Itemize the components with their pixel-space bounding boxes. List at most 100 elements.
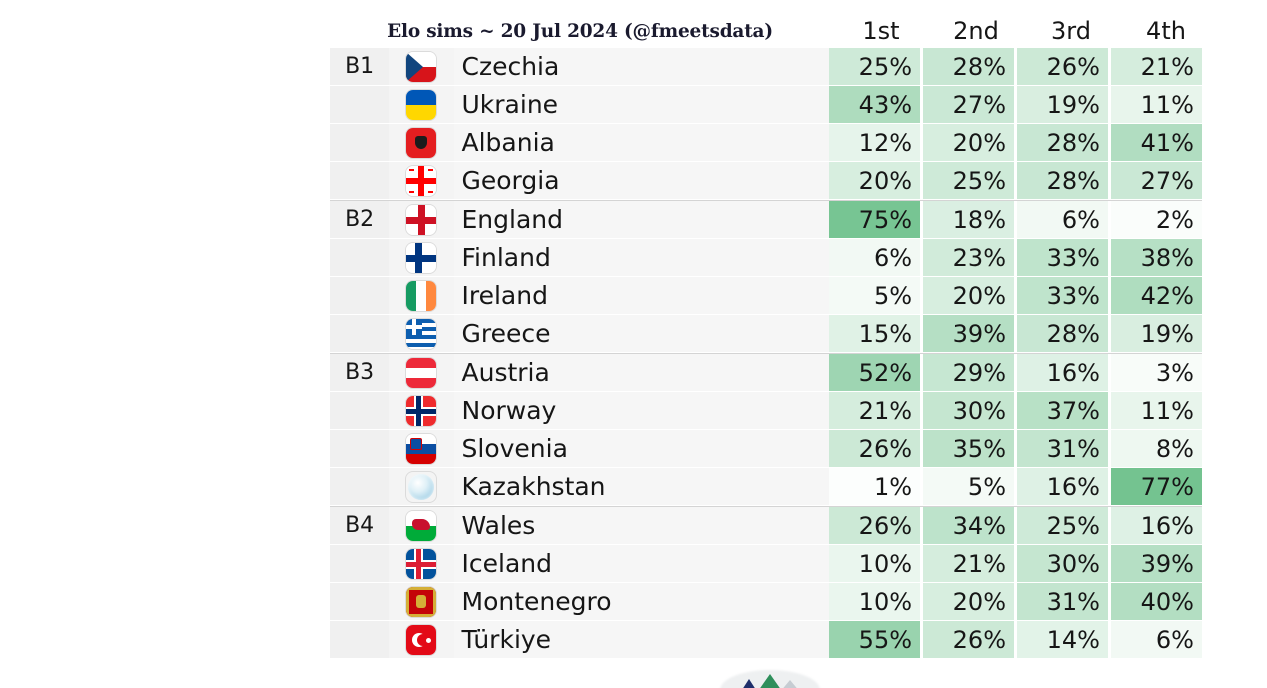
flag-cell [389, 545, 454, 583]
wales-flag-icon [406, 510, 437, 541]
kazakhstan-flag-icon [406, 472, 436, 502]
czechia-flag-icon [406, 51, 437, 82]
third-place-pct-cell: 25% [1017, 507, 1108, 545]
table-row[interactable]: B4 Wales 26% 34% 25% 16% [330, 507, 1202, 545]
first-place-pct-cell: 21% [829, 392, 921, 430]
team-name-cell[interactable]: England [453, 201, 830, 239]
page-title: Elo sims ~ 20 Jul 2024 (@fmeetsdata) [387, 20, 773, 42]
logo-grey-triangle-icon [780, 680, 800, 688]
team-name-cell[interactable]: Kazakhstan [453, 468, 830, 506]
first-place-pct-cell: 10% [829, 545, 921, 583]
georgia-flag-icon [406, 165, 437, 196]
table-row[interactable]: Kazakhstan 1% 5% 16% 77% [330, 468, 1202, 506]
third-place-pct-cell: 6% [1017, 201, 1108, 239]
second-place-pct-cell: 27% [923, 86, 1014, 124]
first-place-pct-cell: 1% [829, 468, 921, 506]
table-row[interactable]: Ireland 5% 20% 33% 42% [330, 277, 1202, 315]
team-name-cell[interactable]: Ireland [453, 277, 830, 315]
fourth-place-pct-cell: 3% [1110, 354, 1202, 392]
team-name-cell[interactable]: Norway [453, 392, 830, 430]
team-name-cell[interactable]: Albania [453, 124, 830, 162]
team-name-cell[interactable]: Czechia [453, 48, 830, 86]
column-header-1st: 1st [862, 17, 900, 45]
first-place-pct-cell: 20% [829, 162, 921, 200]
third-place-pct-cell: 19% [1017, 86, 1108, 124]
fourth-place-pct-cell: 8% [1110, 430, 1202, 468]
team-name-cell[interactable]: Austria [453, 354, 830, 392]
table-row[interactable]: Finland 6% 23% 33% 38% [330, 239, 1202, 277]
brand-logo [700, 668, 840, 688]
first-place-pct-cell: 15% [829, 315, 921, 353]
group-label-cell [330, 315, 390, 353]
team-name-cell[interactable]: Greece [453, 315, 830, 353]
table-row[interactable]: Ukraine 43% 27% 19% 11% [330, 86, 1202, 124]
fourth-place-pct-cell: 40% [1110, 583, 1202, 621]
third-place-pct-cell: 14% [1017, 621, 1108, 659]
ukraine-flag-icon [406, 89, 437, 120]
table-row[interactable]: B2 England 75% 18% 6% 2% [330, 201, 1202, 239]
group-label-cell [330, 277, 390, 315]
team-name-cell[interactable]: Montenegro [453, 583, 830, 621]
flag-cell [389, 621, 454, 659]
table-row[interactable]: B1 Czechia 25% 28% 26% 21% [330, 48, 1202, 86]
first-place-pct-cell: 26% [829, 507, 921, 545]
fourth-place-pct-cell: 77% [1110, 468, 1202, 506]
table-row[interactable]: Georgia 20% 25% 28% 27% [330, 162, 1202, 200]
first-place-pct-cell: 25% [829, 48, 921, 86]
flag-cell [389, 354, 454, 392]
third-place-pct-cell: 28% [1017, 315, 1108, 353]
second-place-pct-cell: 35% [923, 430, 1014, 468]
flag-cell [389, 86, 454, 124]
table-row[interactable]: Norway 21% 30% 37% 11% [330, 392, 1202, 430]
table-row[interactable]: B3 Austria 52% 29% 16% 3% [330, 354, 1202, 392]
team-name-cell[interactable]: Georgia [453, 162, 830, 200]
third-place-pct-cell: 26% [1017, 48, 1108, 86]
first-place-pct-cell: 12% [829, 124, 921, 162]
team-name-cell[interactable]: Iceland [453, 545, 830, 583]
group-label-cell [330, 545, 390, 583]
second-place-pct-cell: 28% [923, 48, 1014, 86]
table-row[interactable]: Iceland 10% 21% 30% 39% [330, 545, 1202, 583]
table-header: Elo sims ~ 20 Jul 2024 (@fmeetsdata) 1st… [0, 12, 1267, 50]
flag-cell [389, 124, 454, 162]
second-place-pct-cell: 23% [923, 239, 1014, 277]
third-place-pct-cell: 28% [1017, 124, 1108, 162]
fourth-place-pct-cell: 2% [1110, 201, 1202, 239]
flag-cell [389, 392, 454, 430]
team-name-cell[interactable]: Türkiye [453, 621, 830, 659]
group-label-cell [330, 162, 390, 200]
austria-flag-icon [406, 357, 437, 388]
fourth-place-pct-cell: 41% [1110, 124, 1202, 162]
fourth-place-pct-cell: 38% [1110, 239, 1202, 277]
elo-sims-table-page: Elo sims ~ 20 Jul 2024 (@fmeetsdata) 1st… [0, 0, 1267, 688]
team-name-cell[interactable]: Ukraine [453, 86, 830, 124]
flag-cell [389, 162, 454, 200]
fourth-place-pct-cell: 39% [1110, 545, 1202, 583]
group-label-cell [330, 86, 390, 124]
team-name-cell[interactable]: Wales [453, 507, 830, 545]
table-row[interactable]: Montenegro 10% 20% 31% 40% [330, 583, 1202, 621]
team-name-cell[interactable]: Finland [453, 239, 830, 277]
second-place-pct-cell: 18% [923, 201, 1014, 239]
table-row[interactable]: Slovenia 26% 35% 31% 8% [330, 430, 1202, 468]
montenegro-flag-icon [406, 586, 437, 617]
flag-cell [389, 468, 454, 506]
fourth-place-pct-cell: 27% [1110, 162, 1202, 200]
second-place-pct-cell: 20% [923, 124, 1014, 162]
second-place-pct-cell: 34% [923, 507, 1014, 545]
flag-cell [389, 48, 454, 86]
table-row[interactable]: Türkiye 55% 26% 14% 6% [330, 621, 1202, 659]
table-row[interactable]: Albania 12% 20% 28% 41% [330, 124, 1202, 162]
third-place-pct-cell: 16% [1017, 354, 1108, 392]
table-row[interactable]: Greece 15% 39% 28% 19% [330, 315, 1202, 353]
third-place-pct-cell: 33% [1017, 277, 1108, 315]
england-flag-icon [406, 204, 437, 235]
first-place-pct-cell: 43% [829, 86, 921, 124]
second-place-pct-cell: 39% [923, 315, 1014, 353]
group-label-cell: B1 [330, 48, 390, 86]
fourth-place-pct-cell: 42% [1110, 277, 1202, 315]
fourth-place-pct-cell: 6% [1110, 621, 1202, 659]
first-place-pct-cell: 5% [829, 277, 921, 315]
second-place-pct-cell: 20% [923, 583, 1014, 621]
team-name-cell[interactable]: Slovenia [453, 430, 830, 468]
